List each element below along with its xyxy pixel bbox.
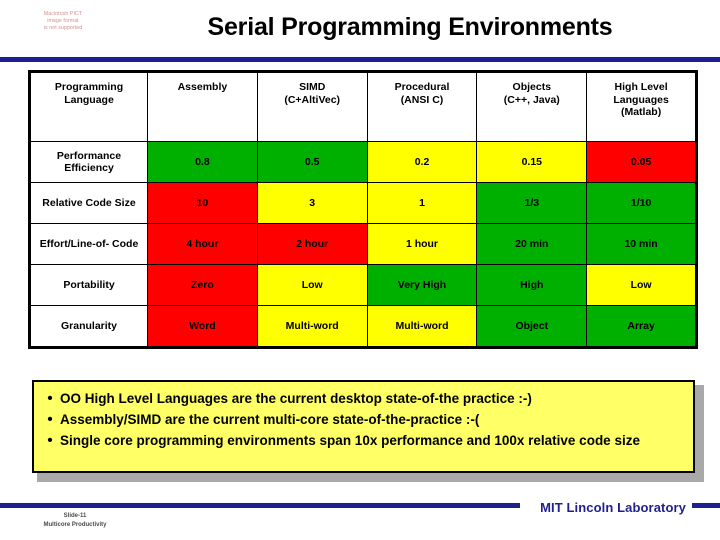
row-label-line-1: Effort/Line-of-	[39, 237, 110, 250]
column-header-line-1: Objects	[512, 81, 552, 93]
slide-title: Serial Programming Environments	[207, 13, 613, 41]
cell-performance-hll: 0.05	[586, 141, 697, 183]
column-header-line-2: (ANSI C)	[400, 93, 444, 106]
cell-effort-objects: 20 min	[476, 223, 588, 265]
cell-codesize-assembly: 10	[147, 182, 258, 224]
row-label-relative-code-size: Relative Code Size	[29, 182, 148, 224]
row-label-granularity: Granularity	[29, 305, 148, 348]
takeaways-callout: • OO High Level Languages are the curren…	[32, 380, 695, 473]
cell-portability-hll: Low	[586, 264, 697, 306]
row-label-performance-efficiency: Performance Efficiency	[29, 141, 148, 183]
table-row: Portability Zero Low Very High High Low	[29, 264, 697, 306]
cell-performance-assembly: 0.8	[147, 141, 258, 183]
column-header-objects: Objects (C++, Java)	[476, 71, 588, 142]
column-header-programming-language: Programming Language	[29, 71, 148, 142]
footer-organization-name: MIT Lincoln Laboratory	[540, 500, 686, 515]
bullet-text: Assembly/SIMD are the current multi-core…	[60, 412, 480, 427]
column-header-procedural: Procedural (ANSI C)	[366, 71, 478, 142]
pict-placeholder-line-3: is not supported	[43, 25, 83, 32]
cell-codesize-procedural: 1	[366, 182, 478, 224]
column-header-line-1: Procedural	[394, 81, 450, 93]
row-label-line-2: Size	[114, 196, 136, 209]
cell-effort-simd: 2 hour	[256, 223, 368, 265]
row-label-effort-per-line-of-code: Effort/Line-of- Code	[29, 223, 148, 265]
row-label-line-2: Efficiency	[64, 162, 114, 174]
table-body: Programming Language Assembly SIMD (C+Al…	[29, 71, 697, 348]
cell-performance-objects: 0.15	[476, 141, 588, 183]
row-label-line-1: Portability	[63, 278, 115, 291]
cell-granularity-assembly: Word	[147, 305, 258, 348]
bullet-text: OO High Level Languages are the current …	[60, 391, 532, 406]
bullet-point-icon: •	[47, 390, 53, 407]
column-header-high-level-languages: High Level Languages (Matlab)	[586, 71, 697, 142]
table-header-row: Programming Language Assembly SIMD (C+Al…	[29, 71, 697, 142]
pict-placeholder-line-2: image format	[47, 18, 79, 25]
column-header-line-1: SIMD	[299, 81, 326, 93]
table-row: Effort/Line-of- Code 4 hour 2 hour 1 hou…	[29, 223, 697, 265]
cell-granularity-procedural: Multi-word	[366, 305, 478, 348]
bullet-point-icon: •	[47, 432, 53, 449]
cell-effort-hll: 10 min	[586, 223, 697, 265]
cell-performance-simd: 0.5	[256, 141, 368, 183]
column-header-line-2: (C++, Java)	[503, 93, 560, 106]
column-header-line-2: Languages	[613, 93, 669, 106]
column-header-line-3: (Matlab)	[620, 106, 662, 118]
slide-header: Macintosh PICT image format is not suppo…	[0, 0, 720, 56]
cell-codesize-objects: 1/3	[476, 182, 588, 224]
row-label-portability: Portability	[29, 264, 148, 306]
pict-image-placeholder: Macintosh PICT image format is not suppo…	[28, 11, 98, 33]
list-item: • OO High Level Languages are the curren…	[40, 390, 683, 407]
footer-slide-number: Slide-11	[63, 513, 87, 519]
cell-granularity-simd: Multi-word	[256, 305, 368, 348]
footer-deck-title: Multicore Productivity	[43, 521, 107, 528]
cell-portability-objects: High	[476, 264, 588, 306]
cell-portability-assembly: Zero	[147, 264, 258, 306]
cell-granularity-objects: Object	[476, 305, 588, 348]
row-label-line-1: Relative Code	[42, 196, 112, 209]
cell-codesize-hll: 1/10	[586, 182, 697, 224]
table-row: Performance Efficiency 0.8 0.5 0.2 0.15 …	[29, 141, 697, 183]
column-header-assembly: Assembly	[147, 71, 258, 142]
row-label-line-1: Granularity	[60, 319, 118, 332]
cell-granularity-hll: Array	[586, 305, 697, 348]
footer-divider-rule-right	[692, 503, 720, 508]
cell-codesize-simd: 3	[256, 182, 368, 224]
bullet-text: Single core programming environments spa…	[60, 433, 640, 448]
table-row: Granularity Word Multi-word Multi-word O…	[29, 305, 697, 348]
column-header-line-1: High Level	[614, 81, 668, 93]
column-header-line-2: (C+AltiVec)	[284, 93, 341, 106]
cell-effort-assembly: 4 hour	[147, 223, 258, 265]
cell-portability-simd: Low	[256, 264, 368, 306]
footer-slide-metadata: Slide-11 Multicore Productivity	[14, 512, 136, 529]
programming-environments-table: Programming Language Assembly SIMD (C+Al…	[28, 70, 698, 349]
column-header-simd: SIMD (C+AltiVec)	[256, 71, 368, 142]
table-row: Relative Code Size 10 3 1 1/3 1/10	[29, 182, 697, 224]
bullet-point-icon: •	[47, 411, 53, 428]
title-divider-rule	[0, 57, 720, 62]
row-label-line-2: Code	[112, 237, 139, 250]
column-header-line-1: Assembly	[177, 81, 228, 93]
cell-effort-procedural: 1 hour	[366, 223, 478, 265]
column-header-line-1: Programming	[54, 81, 124, 93]
list-item: • Single core programming environments s…	[40, 432, 683, 449]
cell-portability-procedural: Very High	[366, 264, 478, 306]
footer-divider-rule-left	[0, 503, 520, 508]
row-label-line-1: Performance	[56, 149, 122, 162]
pict-placeholder-line-1: Macintosh PICT	[43, 11, 83, 17]
list-item: • Assembly/SIMD are the current multi-co…	[40, 411, 683, 428]
cell-performance-procedural: 0.2	[366, 141, 478, 183]
column-header-line-2: Language	[64, 93, 114, 106]
